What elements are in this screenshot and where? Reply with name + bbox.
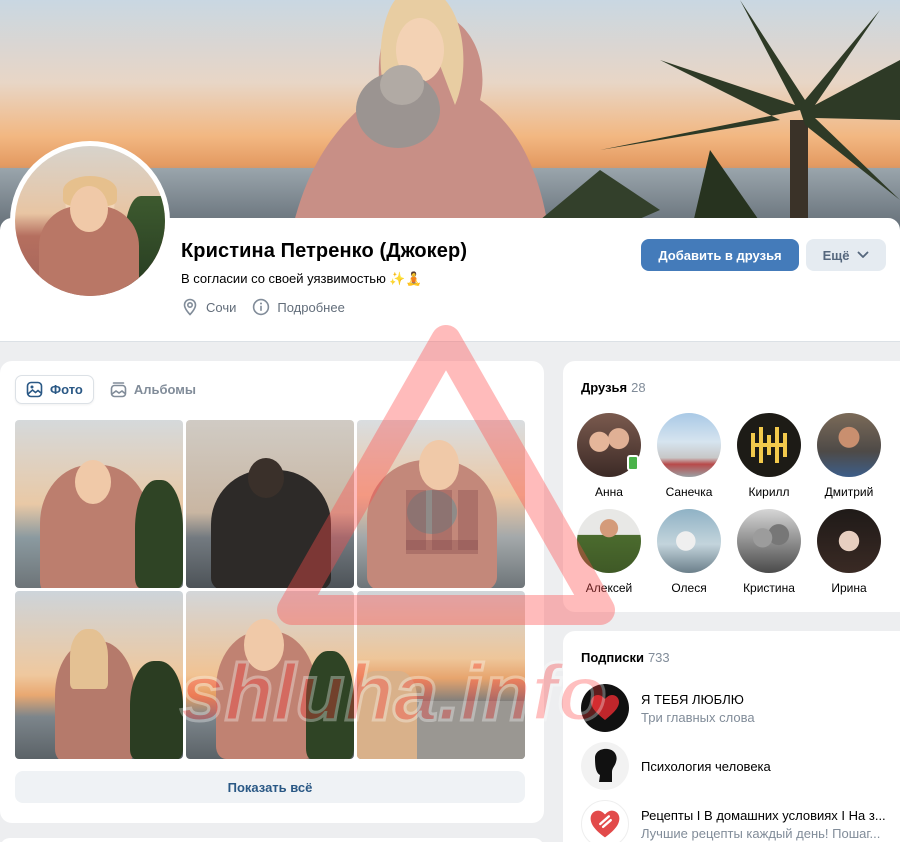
profile-meta: Сочи Подробнее [181, 298, 355, 316]
profile-status: В согласии со своей уязвимостью ✨🧘 [181, 271, 422, 286]
tab-photos[interactable]: Фото [15, 375, 94, 404]
photos-card: Фото Альбомы Показать всё [0, 361, 544, 823]
info-icon [253, 298, 270, 316]
subscription-title: Психология человека [641, 758, 771, 774]
friends-title-label: Друзья [581, 380, 628, 395]
tab-photos-label: Фото [50, 382, 83, 397]
friend-avatar [737, 413, 801, 477]
friend-avatar [817, 413, 881, 477]
friend-avatar [817, 509, 881, 573]
friend-avatar [657, 509, 721, 573]
friend-name: Олеся [671, 581, 707, 595]
friend-name: Алексей [585, 581, 633, 595]
group-avatar [581, 684, 629, 732]
friend-item[interactable]: Анна [569, 413, 649, 499]
friend-name: Кирилл [748, 485, 790, 499]
photo-thumbnail[interactable] [15, 591, 183, 759]
location-pin-icon [183, 298, 197, 316]
subscription-title: Рецепты I В домашних условиях I На з... [641, 807, 886, 823]
friend-avatar [657, 413, 721, 477]
friend-item[interactable]: Санечка [649, 413, 729, 499]
friend-item[interactable]: Алексей [569, 509, 649, 595]
subscriptions-count: 733 [647, 650, 670, 665]
subscription-subtitle: Три главных слова [641, 709, 755, 725]
friend-item[interactable]: Олеся [649, 509, 729, 595]
tab-albums[interactable]: Альбомы [100, 375, 206, 404]
profile-avatar[interactable] [10, 141, 170, 301]
photos-grid [15, 420, 525, 759]
friend-item[interactable]: Кристина [729, 509, 809, 595]
tab-albums-label: Альбомы [133, 382, 197, 397]
subscription-item[interactable]: Рецепты I В домашних условиях I На з... … [581, 799, 900, 842]
photo-thumbnail[interactable] [186, 591, 354, 759]
city-label: Сочи [206, 299, 237, 315]
image-icon [26, 381, 43, 398]
group-avatar [581, 742, 629, 790]
friend-name: Ирина [831, 581, 867, 595]
subscription-item[interactable]: Я ТЕБЯ ЛЮБЛЮ Три главных слова [581, 683, 900, 733]
friends-count: 28 [631, 380, 646, 395]
details-label: Подробнее [277, 299, 345, 315]
friend-item[interactable]: Кирилл [729, 413, 809, 499]
add-friend-button[interactable]: Добавить в друзья [641, 239, 799, 271]
more-label: Ещё [822, 247, 850, 263]
group-avatar [581, 800, 629, 842]
recipe-heart-icon [590, 810, 620, 838]
show-all-photos-button[interactable]: Показать всё [15, 771, 525, 803]
friend-name: Кристина [743, 581, 795, 595]
online-mobile-badge [627, 455, 639, 471]
heart-icon [591, 695, 619, 720]
subscriptions-title-label: Подписки [581, 650, 644, 665]
photos-tabs: Фото Альбомы [15, 375, 206, 404]
friend-item[interactable]: Дмитрий [809, 413, 889, 499]
cover-person [290, 0, 550, 236]
photo-thumbnail[interactable] [357, 420, 525, 588]
friends-title[interactable]: Друзья 28 [581, 380, 646, 395]
friends-card: Друзья 28 Анна Санечка Кирилл Дмитрий Але… [563, 361, 900, 612]
head-silhouette-icon [595, 748, 617, 782]
albums-icon [110, 382, 127, 398]
subscription-subtitle: Лучшие рецепты каждый день! Пошаг... [641, 825, 881, 841]
subscriptions-title[interactable]: Подписки 733 [581, 650, 670, 665]
friend-avatar [577, 509, 641, 573]
friend-name: Санечка [665, 485, 713, 499]
profile-name: Кристина Петренко (Джокер) [181, 240, 468, 262]
friend-name: Дмитрий [824, 485, 874, 499]
friend-item[interactable]: Ирина [809, 509, 889, 595]
more-button[interactable]: Ещё [806, 239, 886, 271]
friend-name: Анна [595, 485, 623, 499]
profile-city[interactable]: Сочи [181, 298, 236, 316]
subscription-item[interactable]: Психология человека [581, 741, 900, 791]
profile-details-link[interactable]: Подробнее [252, 298, 345, 316]
chevron-down-icon [858, 251, 869, 258]
photo-thumbnail[interactable] [186, 420, 354, 588]
avatar-photo [15, 146, 165, 296]
photo-thumbnail[interactable] [357, 591, 525, 759]
friend-avatar [737, 509, 801, 573]
photo-thumbnail[interactable] [15, 420, 183, 588]
subscription-title: Я ТЕБЯ ЛЮБЛЮ [641, 691, 744, 707]
subscriptions-card: Подписки 733 Я ТЕБЯ ЛЮБЛЮ Три главных сло… [563, 631, 900, 842]
cover-palm [540, 0, 900, 236]
next-card-edge [0, 838, 544, 842]
